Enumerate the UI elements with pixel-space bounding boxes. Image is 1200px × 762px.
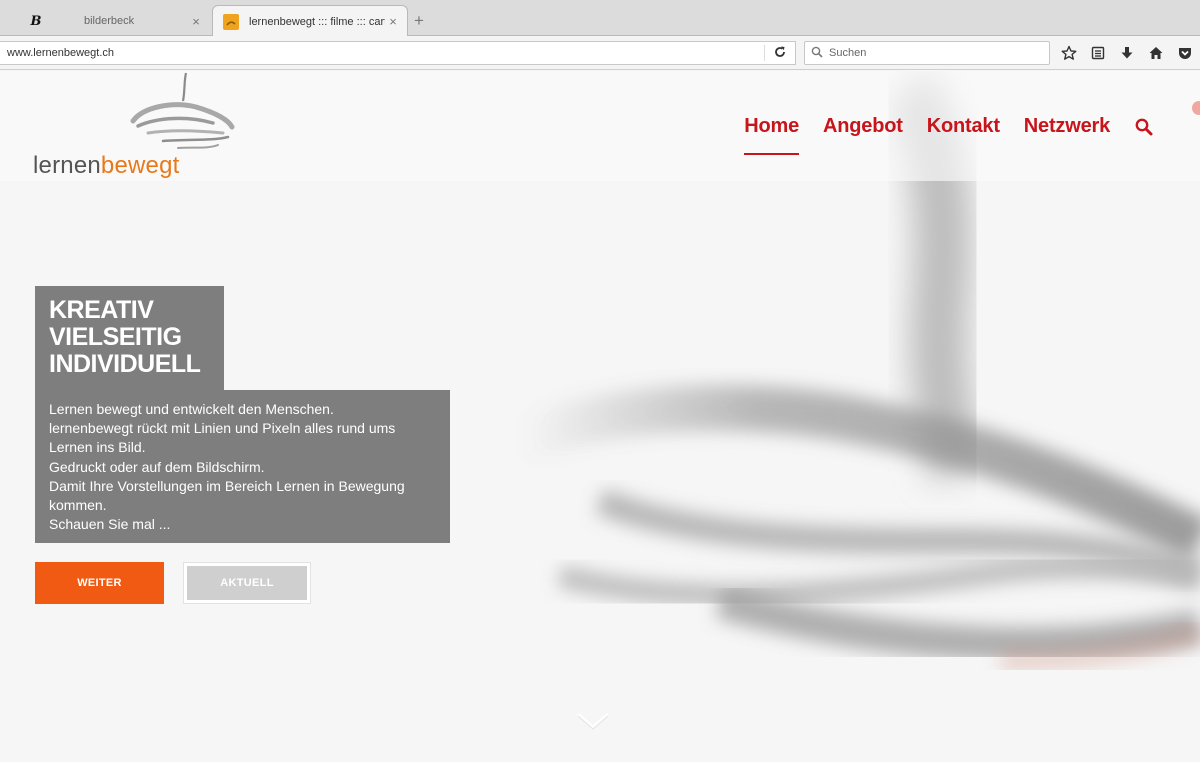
tab-label: lernenbewegt ::: filme ::: carto (249, 15, 385, 28)
nav-item-netzwerk[interactable]: Netzwerk (1024, 115, 1110, 138)
main-navigation: Home Angebot Kontakt Netzwerk (744, 115, 1154, 155)
browser-tab-bar: B bilderbeck × lernenbewegt ::: filme ::… (0, 0, 1200, 37)
hero-text-line: lernenbewegt rückt mit Linien und Pixeln… (49, 420, 396, 437)
spinning-top-logo-icon (130, 72, 235, 149)
hero-title: KREATIV VIELSEITIG INDIVIDUELL (35, 286, 224, 390)
logo-text-part1: lernen (33, 152, 101, 179)
nav-item-kontakt[interactable]: Kontakt (927, 115, 1000, 138)
address-url: www.lernenbewegt.ch (7, 47, 115, 59)
site-logo[interactable]: lernenbewegt (33, 71, 243, 183)
bilderbeck-favicon-icon: B (30, 13, 42, 29)
browser-tab-lernenbewegt[interactable]: lernenbewegt ::: filme ::: carto × (212, 5, 408, 37)
browser-nav-bar: www.lernenbewegt.ch Suchen (0, 36, 1200, 70)
tab-label: bilderbeck (84, 15, 135, 27)
divider (764, 45, 765, 61)
reading-list-icon[interactable] (1087, 43, 1108, 63)
lernenbewegt-favicon-icon (223, 13, 239, 30)
nav-item-angebot[interactable]: Angebot (823, 115, 903, 138)
new-tab-button[interactable]: + (414, 11, 424, 31)
logo-text-part2: bewegt (100, 152, 180, 179)
hero-text-line: Gedruckt oder auf dem Bildschirm. (49, 458, 265, 475)
hero-title-line: VIELSEITIG (49, 323, 182, 351)
hero-text-line: Schauen Sie mal ... (49, 516, 171, 533)
close-tab-icon[interactable]: × (385, 14, 401, 29)
hero-title-line: KREATIV (49, 296, 154, 324)
hero-description: Lernen bewegt und entwickelt den Mensche… (35, 390, 450, 543)
close-tab-icon[interactable]: × (188, 14, 204, 29)
bookmark-star-icon[interactable] (1058, 43, 1079, 63)
nav-item-home[interactable]: Home (744, 115, 799, 155)
chevron-down-icon[interactable] (576, 711, 610, 731)
browser-search-field[interactable]: Suchen (804, 41, 1050, 65)
hero-text-line: kommen. (49, 497, 107, 514)
pocket-icon[interactable] (1174, 43, 1195, 63)
search-icon[interactable] (1134, 117, 1154, 137)
download-icon[interactable] (1116, 43, 1137, 63)
web-page: lernenbewegt Home Angebot Kontakt Netzwe… (0, 71, 1200, 762)
aktuell-button[interactable]: AKTUELL (183, 562, 311, 604)
hero-text-line: Lernen bewegt und entwickelt den Mensche… (49, 401, 334, 417)
home-icon[interactable] (1145, 43, 1166, 63)
hero-text-line: Damit Ihre Vorstellungen im Bereich Lern… (49, 477, 405, 494)
hero-title-line: INDIVIDUELL (49, 350, 201, 378)
logo-wordmark: lernenbewegt (33, 152, 180, 180)
address-bar[interactable]: www.lernenbewegt.ch (0, 41, 796, 65)
hero-text-line: Lernen ins Bild. (49, 439, 146, 456)
search-placeholder: Suchen (829, 47, 867, 59)
browser-tab-bilderbeck[interactable]: B bilderbeck × (18, 6, 210, 36)
magnifier-icon (811, 46, 823, 61)
edge-indicator-icon (1192, 101, 1200, 115)
weiter-button[interactable]: WEITER (35, 562, 164, 604)
reload-icon[interactable] (773, 45, 787, 62)
